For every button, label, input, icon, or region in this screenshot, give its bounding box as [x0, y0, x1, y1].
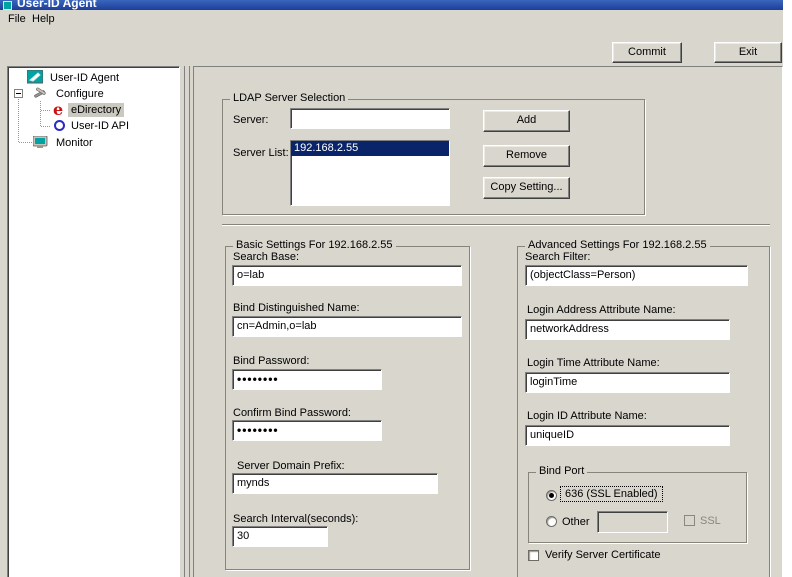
tree-item-monitor[interactable]: Monitor: [53, 136, 96, 150]
bind-dn-input[interactable]: cn=Admin,o=lab: [232, 316, 462, 337]
menu-bar: File Help: [0, 10, 783, 28]
login-address-attr-input[interactable]: networkAddress: [525, 319, 730, 340]
menu-file[interactable]: File: [4, 11, 30, 27]
other-port-input: [597, 511, 668, 533]
server-domain-prefix-input[interactable]: mynds: [232, 473, 438, 494]
window-title: User-ID Agent: [17, 0, 97, 10]
exit-button[interactable]: Exit: [714, 42, 782, 63]
copy-setting-button[interactable]: Copy Setting...: [483, 177, 570, 199]
search-interval-label: Search Interval(seconds):: [233, 513, 359, 525]
tree-line: [18, 95, 19, 142]
server-domain-prefix-label: Server Domain Prefix:: [237, 460, 345, 472]
tree-line: [40, 101, 41, 126]
menu-help[interactable]: Help: [28, 11, 59, 27]
ldap-group-title: LDAP Server Selection: [230, 92, 349, 104]
server-list-item-selected[interactable]: 192.168.2.55: [291, 141, 449, 156]
tree-line: [41, 110, 50, 111]
server-input[interactable]: [290, 108, 450, 129]
tree-item-edirectory[interactable]: eDirectory: [68, 103, 125, 117]
bind-password-input[interactable]: ••••••••: [232, 369, 382, 390]
tree-line: [19, 142, 32, 143]
login-time-attr-label: Login Time Attribute Name:: [527, 357, 660, 369]
tree-item-configure[interactable]: Configure: [53, 87, 107, 101]
app-window: User-ID Agent File Help Commit Exit User…: [0, 0, 783, 577]
verify-cert-checkbox[interactable]: [528, 550, 539, 561]
edirectory-icon: e: [53, 100, 64, 119]
title-bar[interactable]: User-ID Agent: [0, 0, 783, 10]
login-time-attr-input[interactable]: loginTime: [525, 372, 730, 393]
server-listbox[interactable]: 192.168.2.55: [290, 140, 450, 206]
bind-password-label: Bind Password:: [233, 355, 310, 367]
confirm-bind-password-input[interactable]: ••••••••: [232, 420, 382, 441]
server-label: Server:: [233, 114, 269, 126]
bind-dn-label: Bind Distinguished Name:: [233, 302, 360, 314]
tree-line: [41, 126, 50, 127]
ssl-checkbox-label: SSL: [700, 515, 721, 527]
bind-port-title: Bind Port: [536, 465, 588, 477]
search-base-label: Search Base:: [233, 251, 300, 263]
tree-item-user-id-agent[interactable]: User-ID Agent: [47, 71, 122, 85]
remove-button[interactable]: Remove: [483, 145, 570, 167]
section-separator: [222, 224, 770, 226]
server-list-label: Server List:: [233, 147, 289, 159]
confirm-bind-password-label: Confirm Bind Password:: [233, 407, 351, 419]
tree-item-user-id-api[interactable]: User-ID API: [68, 119, 132, 133]
panel-splitter[interactable]: [184, 66, 190, 577]
configure-tools-icon: [33, 87, 48, 103]
other-port-radio[interactable]: [546, 516, 557, 527]
monitor-icon: [32, 135, 48, 152]
ssl-checkbox: [684, 515, 695, 526]
other-port-radio-label[interactable]: Other: [562, 516, 590, 528]
search-base-input[interactable]: o=lab: [232, 265, 462, 286]
tree-expand-icon[interactable]: [14, 89, 23, 98]
advanced-settings-title: Advanced Settings For 192.168.2.55: [525, 239, 710, 251]
add-button[interactable]: Add: [483, 110, 570, 132]
app-icon: [3, 1, 12, 10]
login-id-attr-input[interactable]: uniqueID: [525, 425, 730, 446]
search-interval-input[interactable]: 30: [232, 526, 328, 547]
verify-cert-label[interactable]: Verify Server Certificate: [545, 549, 661, 561]
ssl-port-radio[interactable]: [546, 490, 557, 501]
user-id-agent-icon: [26, 69, 44, 87]
user-id-api-icon: [54, 120, 65, 131]
search-filter-input[interactable]: (objectClass=Person): [525, 265, 748, 286]
login-id-attr-label: Login ID Attribute Name:: [527, 410, 647, 422]
ssl-port-radio-label[interactable]: 636 (SSL Enabled): [560, 486, 663, 502]
basic-settings-title: Basic Settings For 192.168.2.55: [233, 239, 396, 251]
search-filter-label: Search Filter:: [525, 251, 591, 263]
commit-button[interactable]: Commit: [612, 42, 682, 63]
login-address-attr-label: Login Address Attribute Name:: [527, 304, 676, 316]
